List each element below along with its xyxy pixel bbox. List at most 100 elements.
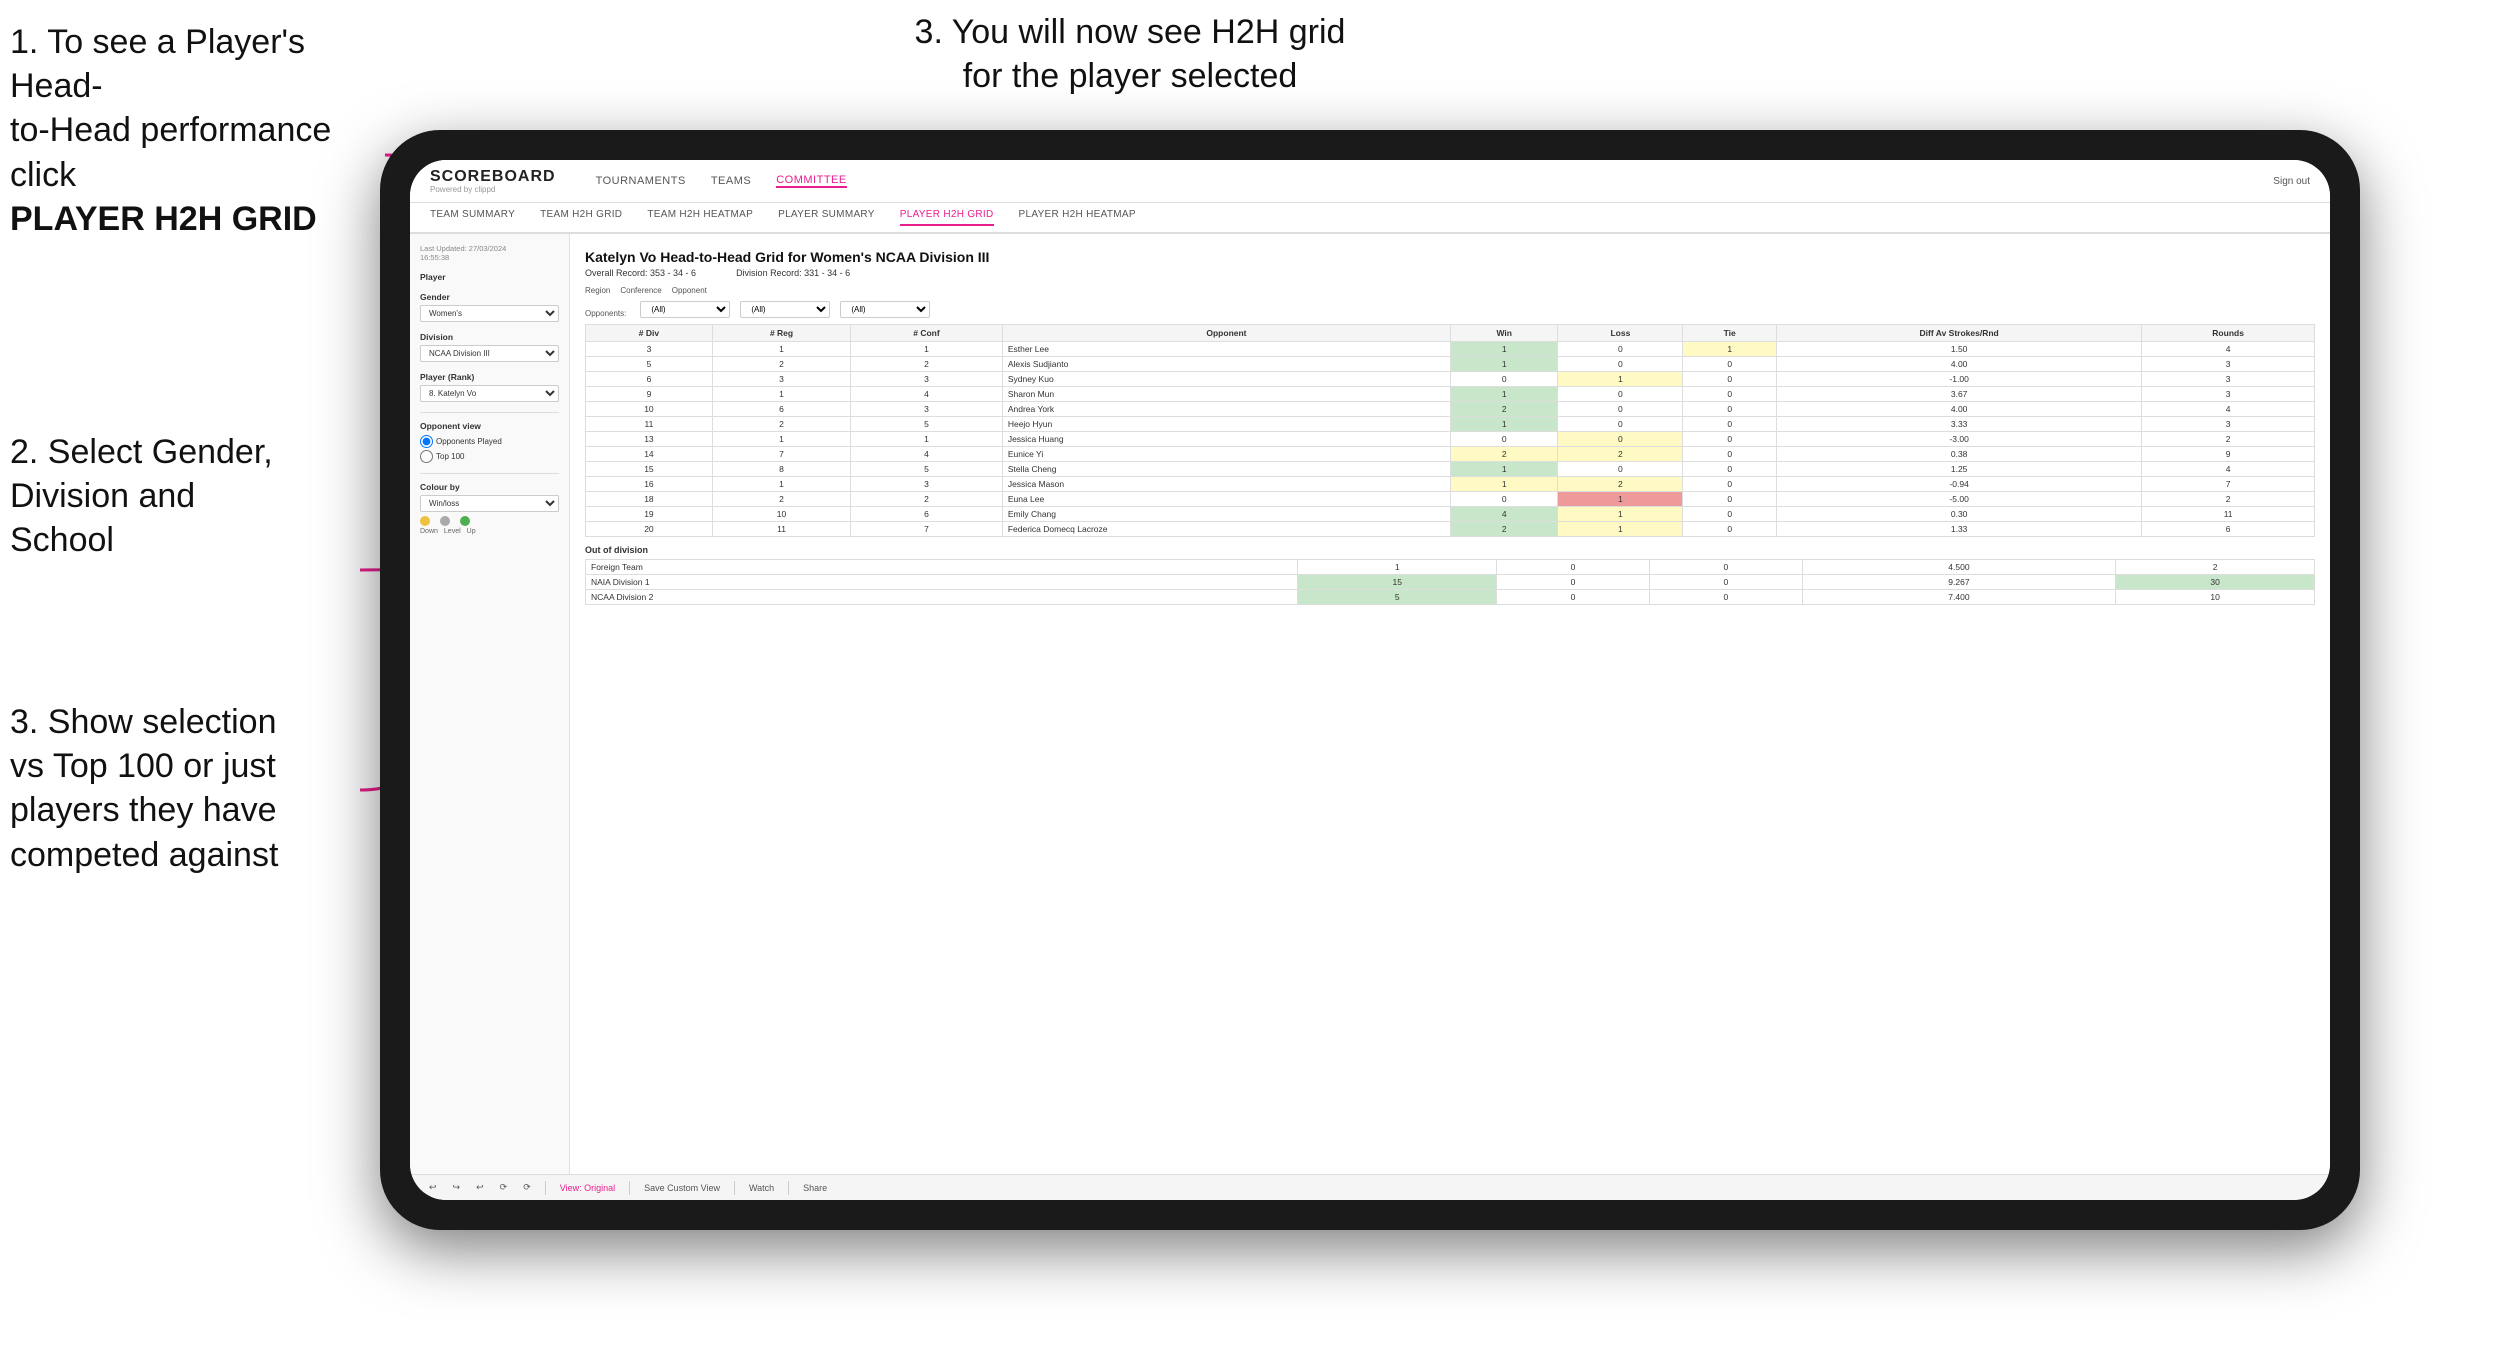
- toolbar-back[interactable]: ↩: [472, 1180, 488, 1195]
- tablet-screen: SCOREBOARD Powered by clippd TOURNAMENTS…: [410, 160, 2330, 1200]
- sidebar-opponent-view-section: Opponent view Opponents Played Top 100: [420, 421, 559, 463]
- grid-records: Overall Record: 353 - 34 - 6 Division Re…: [585, 268, 2315, 278]
- toolbar-refresh[interactable]: ⟳: [496, 1180, 512, 1195]
- td-loss: 0: [1558, 342, 1683, 357]
- table-header-row: # Div # Reg # Conf Opponent Win Loss Tie…: [586, 325, 2315, 342]
- toolbar-forward[interactable]: ⟳: [519, 1180, 535, 1195]
- app-container: SCOREBOARD Powered by clippd TOURNAMENTS…: [410, 160, 2330, 1200]
- td-loss: 0: [1558, 417, 1683, 432]
- td-tie: 0: [1649, 575, 1802, 590]
- td-div: 9: [586, 387, 713, 402]
- th-opponent: Opponent: [1002, 325, 1450, 342]
- td-tie: 0: [1683, 507, 1777, 522]
- td-diff: 4.00: [1777, 357, 2142, 372]
- toolbar-save[interactable]: Save Custom View: [640, 1181, 724, 1195]
- sub-nav-player-h2h-heatmap[interactable]: PLAYER H2H HEATMAP: [1019, 209, 1136, 226]
- opponents-label: Opponents:: [585, 309, 626, 318]
- opponent-view-label: Opponent view: [420, 421, 559, 431]
- legend-dot-down: [420, 516, 430, 526]
- td-win: 0: [1451, 492, 1558, 507]
- table-row: NAIA Division 1 15 0 0 9.267 30: [586, 575, 2315, 590]
- nav-tournaments[interactable]: TOURNAMENTS: [596, 175, 686, 187]
- sidebar-division-select[interactable]: NCAA Division III NCAA Division I NCAA D…: [420, 345, 559, 362]
- toolbar-undo[interactable]: ↩: [425, 1180, 441, 1195]
- sub-nav-team-summary[interactable]: TEAM SUMMARY: [430, 209, 515, 226]
- logo-scoreboard: SCOREBOARD: [430, 168, 556, 186]
- td-ncaa-div2: NCAA Division 2: [586, 590, 1298, 605]
- sub-nav-team-h2h-grid[interactable]: TEAM H2H GRID: [540, 209, 622, 226]
- grid-area: Katelyn Vo Head-to-Head Grid for Women's…: [570, 234, 2330, 1174]
- td-tie: 0: [1683, 387, 1777, 402]
- radio-top100[interactable]: Top 100: [420, 450, 559, 463]
- radio-top100-input[interactable]: [420, 450, 433, 463]
- sign-out-link[interactable]: Sign out: [2273, 176, 2310, 187]
- table-row: 16 1 3 Jessica Mason 1 2 0 -0.94 7: [586, 477, 2315, 492]
- table-row: 20 11 7 Federica Domecq Lacroze 2 1 0 1.…: [586, 522, 2315, 537]
- radio-opponents-played[interactable]: Opponents Played: [420, 435, 559, 448]
- td-rounds: 3: [2142, 372, 2315, 387]
- td-rounds: 7: [2142, 477, 2315, 492]
- instruction-bl-line2: vs Top 100 or just: [10, 747, 276, 785]
- filter-opponent-select[interactable]: (All): [840, 301, 930, 318]
- th-conf: # Conf: [851, 325, 1003, 342]
- td-reg: 2: [712, 492, 850, 507]
- toolbar-redo[interactable]: ↪: [449, 1180, 465, 1195]
- radio-opponents-played-input[interactable]: [420, 435, 433, 448]
- th-win: Win: [1451, 325, 1558, 342]
- td-reg: 1: [712, 387, 850, 402]
- colour-select[interactable]: Win/loss: [420, 495, 559, 512]
- sidebar-gender-select[interactable]: Women's Men's: [420, 305, 559, 322]
- sub-nav-player-summary[interactable]: PLAYER SUMMARY: [778, 209, 875, 226]
- td-opponent: Sharon Mun: [1002, 387, 1450, 402]
- sidebar-division-label: Division: [420, 332, 559, 342]
- nav-committee[interactable]: COMMITTEE: [776, 174, 847, 188]
- th-reg: # Reg: [712, 325, 850, 342]
- sub-nav-team-h2h-heatmap[interactable]: TEAM H2H HEATMAP: [647, 209, 753, 226]
- td-diff: -0.94: [1777, 477, 2142, 492]
- nav-teams[interactable]: TEAMS: [711, 175, 751, 187]
- td-tie: 0: [1649, 560, 1802, 575]
- td-rounds: 2: [2142, 492, 2315, 507]
- td-diff: 3.67: [1777, 387, 2142, 402]
- td-reg: 7: [712, 447, 850, 462]
- filter-region-label: Region: [585, 286, 610, 295]
- filter-conference-select[interactable]: (All): [740, 301, 830, 318]
- td-naia-div1: NAIA Division 1: [586, 575, 1298, 590]
- td-rounds: 6: [2142, 522, 2315, 537]
- grid-title: Katelyn Vo Head-to-Head Grid for Women's…: [585, 249, 2315, 265]
- th-div: # Div: [586, 325, 713, 342]
- filter-opponents-select[interactable]: (All): [640, 301, 730, 318]
- th-rounds: Rounds: [2142, 325, 2315, 342]
- td-div: 10: [586, 402, 713, 417]
- td-win: 1: [1451, 387, 1558, 402]
- instruction-tl-line2: to-Head performance click: [10, 111, 331, 193]
- sidebar-divider: [420, 412, 559, 413]
- td-opponent: Sydney Kuo: [1002, 372, 1450, 387]
- table-row: 15 8 5 Stella Cheng 1 0 0 1.25 4: [586, 462, 2315, 477]
- td-reg: 2: [712, 417, 850, 432]
- th-tie: Tie: [1683, 325, 1777, 342]
- td-conf: 5: [851, 417, 1003, 432]
- legend-labels: Down Level Up: [420, 528, 559, 535]
- table-row: 14 7 4 Eunice Yi 2 2 0 0.38 9: [586, 447, 2315, 462]
- td-div: 15: [586, 462, 713, 477]
- instruction-tl-bold: PLAYER H2H GRID: [10, 200, 317, 238]
- toolbar-view-original[interactable]: View: Original: [556, 1181, 619, 1195]
- overall-record: Overall Record: 353 - 34 - 6: [585, 268, 696, 278]
- td-diff: 3.33: [1777, 417, 2142, 432]
- th-loss: Loss: [1558, 325, 1683, 342]
- td-win: 4: [1451, 507, 1558, 522]
- filter-conference-group: Conference: [620, 286, 661, 295]
- instruction-ml-line3: School: [10, 521, 114, 559]
- td-loss: 0: [1558, 387, 1683, 402]
- td-conf: 4: [851, 447, 1003, 462]
- td-tie: 0: [1683, 417, 1777, 432]
- sub-nav-player-h2h-grid[interactable]: PLAYER H2H GRID: [900, 209, 994, 226]
- toolbar-share[interactable]: Share: [799, 1181, 831, 1195]
- td-loss: 0: [1558, 432, 1683, 447]
- sidebar-player-rank-select[interactable]: 8. Katelyn Vo: [420, 385, 559, 402]
- tablet-frame: SCOREBOARD Powered by clippd TOURNAMENTS…: [380, 130, 2360, 1230]
- td-loss: 0: [1558, 357, 1683, 372]
- toolbar-watch[interactable]: Watch: [745, 1181, 778, 1195]
- toolbar-separator2: [629, 1181, 630, 1195]
